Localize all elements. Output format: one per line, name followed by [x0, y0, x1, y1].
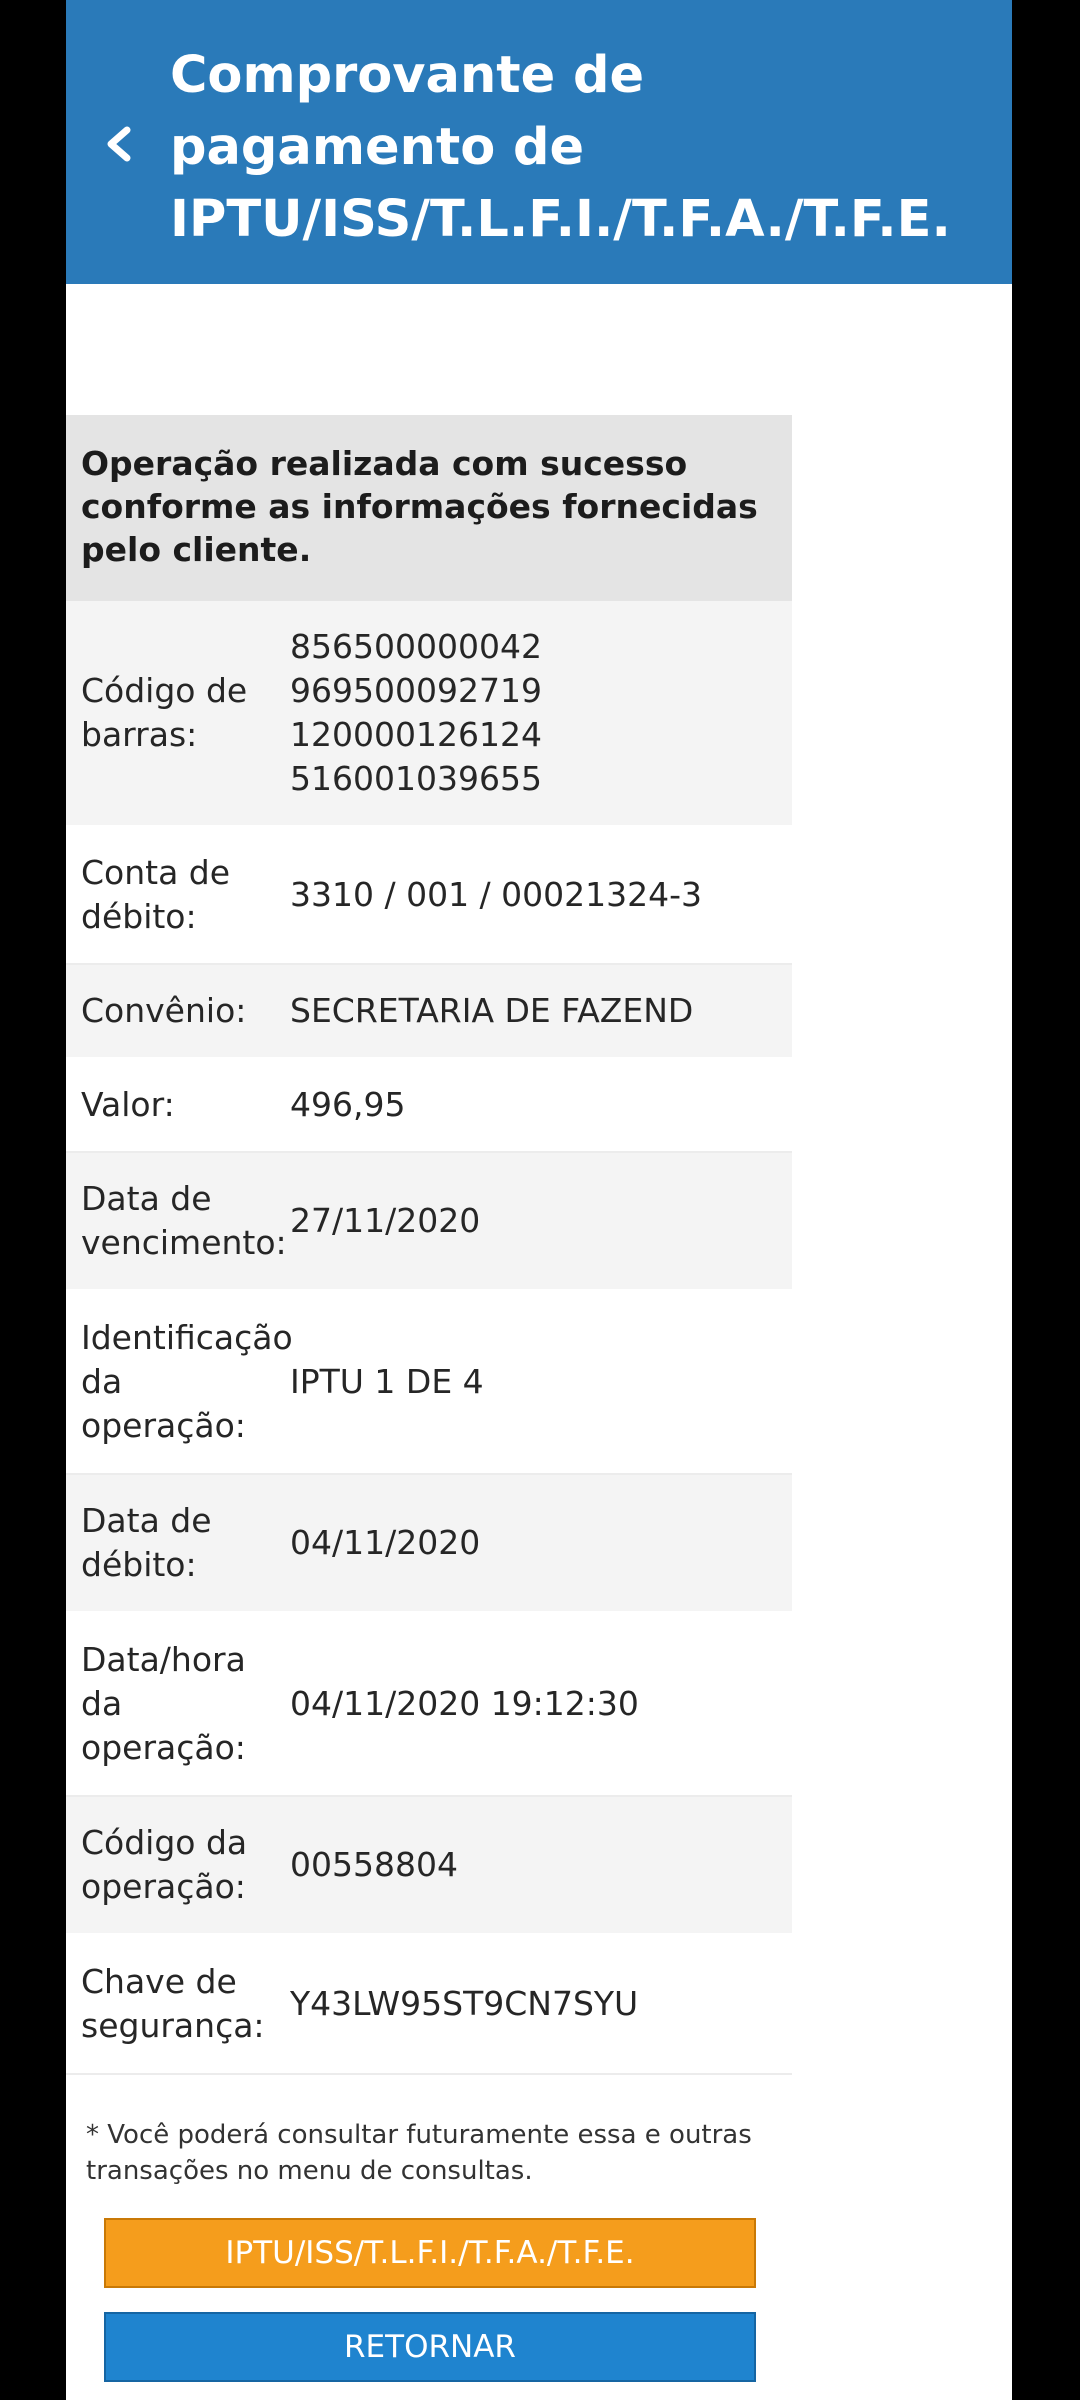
row-amount: Valor: 496,95: [66, 1059, 792, 1153]
row-label: Identificação da operação:: [81, 1318, 293, 1445]
row-label: Conta de débito:: [81, 853, 231, 936]
page-title: Comprovante de pagamento de IPTU/ISS/T.L…: [170, 46, 951, 249]
row-value: 04/11/2020: [290, 1523, 481, 1562]
row-label: Data de débito:: [81, 1501, 212, 1584]
row-value: 04/11/2020 19:12:30: [290, 1684, 639, 1723]
row-value: 27/11/2020: [290, 1201, 481, 1240]
row-value: 496,95: [290, 1085, 406, 1124]
row-agreement: Convênio: SECRETARIA DE FAZEND: [66, 965, 792, 1059]
row-label: Chave de segurança:: [81, 1962, 265, 2045]
row-due-date: Data de vencimento: 27/11/2020: [66, 1153, 792, 1291]
row-value: Y43LW95ST9CN7SYU: [290, 1984, 639, 2023]
row-security-key: Chave de segurança: Y43LW95ST9CN7SYU: [66, 1935, 792, 2075]
row-label: Data de vencimento:: [81, 1179, 287, 1262]
return-button[interactable]: RETORNAR: [104, 2312, 756, 2382]
row-label: Data/hora da operação:: [81, 1640, 246, 1767]
row-debit-date: Data de débito: 04/11/2020: [66, 1475, 792, 1613]
app-header: Comprovante de pagamento de IPTU/ISS/T.L…: [66, 0, 1012, 284]
row-label: Código da operação:: [81, 1823, 248, 1906]
row-barcode: Código de barras: 856500000042 969500092…: [66, 601, 792, 827]
footnote: * Você poderá consultar futuramente essa…: [86, 2120, 752, 2186]
row-debit-account: Conta de débito: 3310 / 001 / 00021324-3: [66, 827, 792, 965]
row-value: SECRETARIA DE FAZEND: [290, 991, 694, 1030]
iptu-button[interactable]: IPTU/ISS/T.L.F.I./T.F.A./T.F.E.: [104, 2218, 756, 2288]
screen: Comprovante de pagamento de IPTU/ISS/T.L…: [66, 0, 1012, 2400]
row-operation-code: Código da operação: 00558804: [66, 1797, 792, 1935]
row-label: Convênio:: [81, 991, 247, 1030]
row-operation-datetime: Data/hora da operação: 04/11/2020 19:12:…: [66, 1613, 792, 1797]
row-value: IPTU 1 DE 4: [290, 1362, 484, 1401]
row-operation-id: Identificação da operação: IPTU 1 DE 4: [66, 1291, 792, 1475]
row-value: 3310 / 001 / 00021324-3: [290, 875, 703, 914]
row-value: 856500000042 969500092719 120000126124 5…: [290, 627, 542, 798]
success-message: Operação realizada com sucesso conforme …: [66, 415, 792, 601]
row-label: Código de barras:: [81, 671, 248, 754]
back-button[interactable]: [96, 118, 140, 170]
row-label: Valor:: [81, 1085, 175, 1124]
receipt-table: Operação realizada com sucesso conforme …: [66, 415, 792, 2075]
chevron-left-icon: [107, 126, 131, 162]
row-value: 00558804: [290, 1845, 458, 1884]
